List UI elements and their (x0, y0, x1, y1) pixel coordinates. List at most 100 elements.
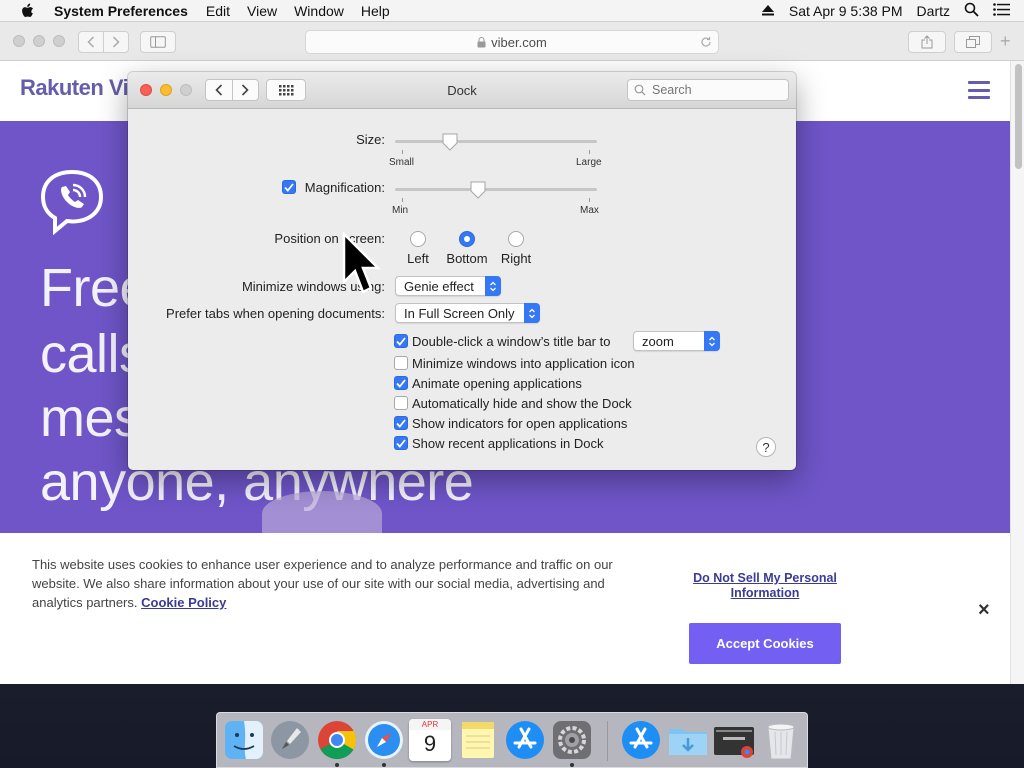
show-recent-apps-label[interactable]: Show recent applications in Dock (412, 436, 604, 451)
page-scrollbar[interactable] (1010, 61, 1024, 684)
safari-minimize-button[interactable] (33, 35, 45, 47)
cookie-policy-link[interactable]: Cookie Policy (141, 595, 226, 610)
auto-hide-dock-label[interactable]: Automatically hide and show the Dock (412, 396, 632, 411)
popup-arrows-icon (524, 303, 540, 323)
minimize-button[interactable] (160, 84, 172, 96)
system-preferences-icon[interactable] (551, 719, 593, 761)
address-bar[interactable]: viber.com (305, 30, 719, 54)
show-recent-apps-checkbox[interactable] (394, 436, 408, 450)
magnification-label[interactable]: Magnification: (298, 180, 385, 195)
calendar-day: 9 (423, 731, 437, 756)
magnification-min-label: Min (392, 205, 409, 216)
hamburger-menu-icon[interactable] (968, 81, 990, 99)
apple-icon[interactable] (20, 3, 36, 19)
help-button[interactable]: ? (756, 437, 776, 457)
size-slider-track[interactable] (395, 140, 597, 143)
double-click-action-value: zoom (642, 333, 674, 349)
chevron-right-icon (112, 36, 120, 48)
eject-icon[interactable] (761, 3, 775, 19)
animate-opening-checkbox[interactable] (394, 376, 408, 390)
share-button[interactable] (908, 31, 946, 53)
clock-text[interactable]: Sat Apr 9 5:38 PM (789, 3, 903, 19)
calendar-icon[interactable]: APR 9 (409, 719, 451, 761)
close-icon[interactable]: × (978, 599, 990, 622)
prefs-forward-button[interactable] (233, 80, 259, 100)
spotlight-icon[interactable] (964, 2, 979, 20)
url-text: viber.com (491, 34, 547, 50)
prefer-tabs-popup[interactable]: In Full Screen Only (395, 303, 540, 323)
mouse-cursor-icon (342, 232, 382, 294)
size-tick (402, 150, 403, 154)
position-left-radio[interactable] (410, 231, 426, 247)
accept-cookies-button[interactable]: Accept Cookies (689, 623, 841, 664)
prefs-titlebar: Dock (128, 72, 796, 109)
notes-icon[interactable] (457, 719, 499, 761)
double-click-action-popup[interactable]: zoom (633, 331, 720, 351)
zoom-button[interactable] (180, 84, 192, 96)
grid-icon (279, 85, 294, 96)
position-bottom-radio[interactable] (459, 231, 475, 247)
trash-icon[interactable] (760, 719, 802, 761)
launchpad-icon[interactable] (269, 719, 311, 761)
running-indicator (570, 763, 574, 767)
auto-hide-dock-checkbox[interactable] (394, 396, 408, 410)
safari-back-button[interactable] (78, 31, 104, 53)
magnification-slider-thumb[interactable] (470, 181, 486, 199)
close-button[interactable] (140, 84, 152, 96)
magnification-checkbox[interactable] (282, 180, 296, 194)
popup-arrows-icon (704, 331, 720, 351)
menu-window[interactable]: Window (294, 3, 344, 19)
magnification-max-label: Max (580, 205, 599, 216)
rakuten-viber-logo[interactable]: Rakuten Vib (20, 75, 142, 101)
double-click-checkbox[interactable] (394, 334, 408, 348)
double-click-label[interactable]: Double-click a window’s title bar to (412, 334, 610, 349)
magnification-tick (589, 198, 590, 202)
app-store-recent-icon[interactable] (620, 719, 662, 761)
finder-icon[interactable] (223, 719, 265, 761)
position-left-label[interactable]: Left (398, 251, 438, 266)
position-right-radio[interactable] (508, 231, 524, 247)
lock-icon (477, 36, 486, 47)
do-not-sell-link[interactable]: Do Not Sell My Personal Information (680, 571, 850, 601)
app-store-icon[interactable] (504, 719, 546, 761)
safari-zoom-button[interactable] (53, 35, 65, 47)
safari-forward-button[interactable] (103, 31, 129, 53)
show-all-button[interactable] (266, 79, 306, 101)
position-bottom-label[interactable]: Bottom (441, 251, 493, 266)
show-indicators-label[interactable]: Show indicators for open applications (412, 416, 627, 431)
show-indicators-checkbox[interactable] (394, 416, 408, 430)
menu-edit[interactable]: Edit (206, 3, 230, 19)
magnification-slider-track[interactable] (395, 188, 597, 191)
new-tab-icon[interactable]: + (1000, 31, 1011, 52)
sidebar-toggle-button[interactable] (140, 31, 176, 53)
chrome-icon[interactable] (316, 719, 358, 761)
minimize-effect-value: Genie effect (404, 278, 474, 294)
cookie-message: This website uses cookies to enhance use… (32, 557, 613, 610)
prefs-back-button[interactable] (206, 80, 233, 100)
prefer-tabs-value: In Full Screen Only (404, 305, 515, 321)
minimize-into-icon-checkbox[interactable] (394, 356, 408, 370)
user-name[interactable]: Dartz (917, 3, 950, 19)
minimize-effect-popup[interactable]: Genie effect (395, 276, 501, 296)
prefs-search-field[interactable] (627, 79, 789, 101)
reload-icon[interactable] (700, 36, 712, 48)
tabs-overview-button[interactable] (954, 31, 992, 53)
downloads-folder-icon[interactable] (667, 719, 709, 761)
checkmark-icon (396, 378, 406, 388)
safari-close-button[interactable] (13, 35, 25, 47)
menu-help[interactable]: Help (361, 3, 390, 19)
scrollbar-thumb[interactable] (1015, 64, 1022, 169)
cookie-text: This website uses cookies to enhance use… (32, 555, 622, 612)
search-input[interactable] (652, 83, 772, 97)
menu-app-name[interactable]: System Preferences (54, 3, 188, 19)
safari-icon[interactable] (363, 719, 405, 761)
minimize-into-icon-label[interactable]: Minimize windows into application icon (412, 356, 635, 371)
notification-center-icon[interactable] (993, 3, 1010, 19)
menu-view[interactable]: View (247, 3, 277, 19)
chevron-left-icon (215, 84, 222, 96)
size-slider-thumb[interactable] (442, 133, 458, 151)
position-right-label[interactable]: Right (495, 251, 537, 266)
chrome-window-icon[interactable] (713, 719, 755, 761)
animate-opening-label[interactable]: Animate opening applications (412, 376, 582, 391)
dock-preferences-window: Dock Size: Small Large Magnifi (128, 72, 796, 470)
